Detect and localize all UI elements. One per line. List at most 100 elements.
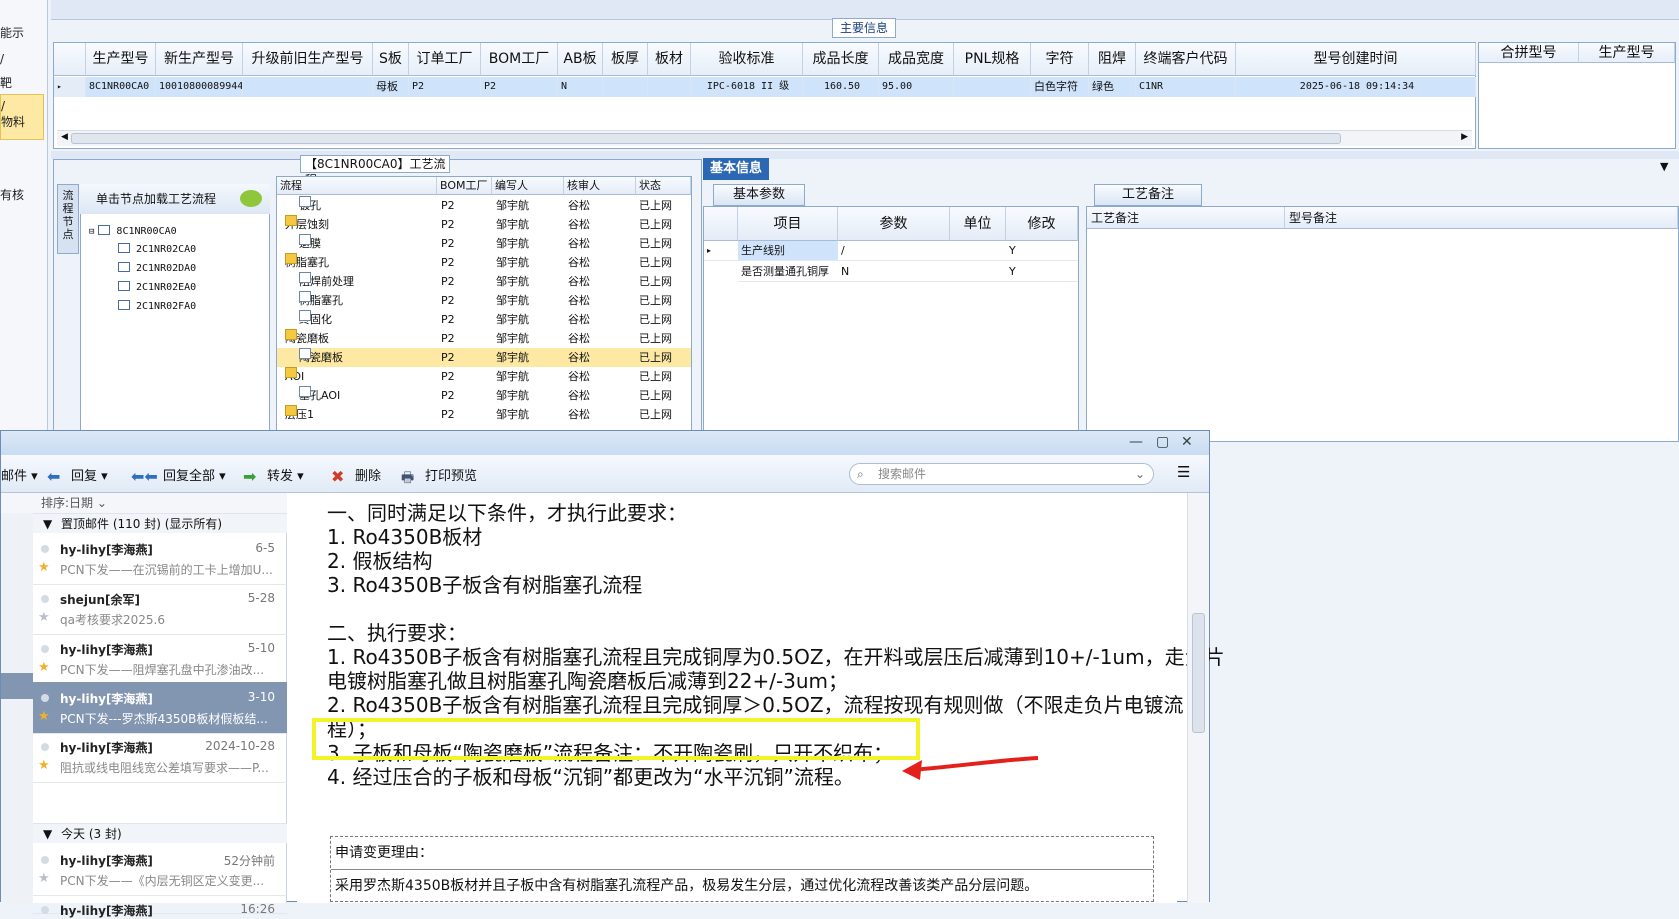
list-menu-icon[interactable]: ☰: [1177, 463, 1190, 481]
col-header[interactable]: 修改: [1006, 207, 1078, 241]
side-tab[interactable]: 流程节点: [57, 184, 79, 254]
table-cell[interactable]: 160.50: [803, 77, 879, 97]
star-icon[interactable]: ★: [38, 660, 50, 675]
mail-list-item[interactable]: ★ shejun[余军] 5-28 qa考核要求2025.6: [33, 583, 287, 635]
table-cell[interactable]: [648, 77, 691, 97]
scroll-thumb[interactable]: [71, 133, 1341, 144]
col-header[interactable]: AB板: [558, 43, 603, 76]
scroll-thumb[interactable]: [1192, 613, 1205, 733]
col-header[interactable]: 字符: [1031, 43, 1089, 76]
mail-list-item[interactable]: ★ hy-lihy[李海燕] 5-10 PCN下发——阻焊塞孔盘中孔渗油改...: [33, 633, 287, 685]
flow-row[interactable]: AOI P2 邹宇航 谷松 已上网: [277, 367, 691, 386]
mail-list-item[interactable]: ★ hy-lihy[李海燕] 52分钟前 PCN下发——《内层无铜区定义变更...: [33, 844, 287, 896]
table-cell[interactable]: 95.00: [879, 77, 954, 97]
tree-node[interactable]: 2C1NR02EA0: [118, 281, 196, 293]
reply-button[interactable]: ⬅ 回复 ▾: [47, 465, 108, 486]
flow-row[interactable]: 塞孔AOI P2 邹宇航 谷松 已上网: [277, 386, 691, 405]
table-cell[interactable]: [950, 262, 1006, 282]
col-header[interactable]: S板: [373, 43, 409, 76]
vertical-scrollbar[interactable]: [1187, 493, 1209, 903]
reply-all-button[interactable]: ⬅⬅ 回复全部 ▾: [131, 465, 226, 486]
col-header[interactable]: 成品长度: [803, 43, 879, 76]
print-preview-button[interactable]: 🖶 打印预览: [401, 465, 477, 486]
tree-node[interactable]: 2C1NR02DA0: [118, 262, 196, 274]
col-header[interactable]: 订单工厂: [409, 43, 481, 76]
tab-basic-params[interactable]: 基本参数: [713, 184, 805, 206]
mail-menu-button[interactable]: 邮件 ▾: [1, 465, 38, 484]
table-cell[interactable]: /: [838, 241, 950, 261]
collapse-icon[interactable]: ⊟: [89, 227, 94, 237]
chevron-down-icon[interactable]: ⌄: [1135, 464, 1145, 484]
table-cell[interactable]: P2: [409, 77, 481, 97]
flow-row[interactable]: 陶瓷磨板 P2 邹宇航 谷松 已上网: [277, 329, 691, 348]
star-icon[interactable]: ★: [38, 871, 50, 886]
star-icon[interactable]: ★: [38, 560, 50, 575]
col-header[interactable]: 板材: [648, 43, 691, 76]
table-cell[interactable]: IPC-6018 II 级: [691, 77, 803, 97]
col-header[interactable]: 合拼型号: [1479, 43, 1579, 63]
group-today[interactable]: ▼ 今天 (3 封): [33, 823, 287, 843]
table-cell[interactable]: 8C1NR00CA0: [86, 77, 156, 97]
table-cell[interactable]: N: [838, 262, 950, 282]
row-indicator[interactable]: ▸: [704, 241, 738, 261]
col-header[interactable]: 项目: [738, 207, 838, 241]
maximize-icon[interactable]: ▢: [1156, 434, 1169, 450]
col-header[interactable]: 新生产型号: [156, 43, 243, 76]
flow-row[interactable]: 阻焊前处理 P2 邹宇航 谷松 已上网: [277, 272, 691, 291]
col-header[interactable]: 成品宽度: [879, 43, 954, 76]
group-pinned[interactable]: ▼ 置顶邮件 (110 封) (显示所有): [33, 513, 287, 533]
table-cell[interactable]: 10010800089944: [156, 77, 243, 97]
table-cell[interactable]: Y: [1006, 241, 1078, 261]
tree-node[interactable]: 2C1NR02CA0: [118, 243, 196, 255]
table-cell[interactable]: 是否测量通孔铜厚: [738, 262, 838, 282]
table-cell[interactable]: 绿色: [1089, 77, 1136, 97]
scroll-left-icon[interactable]: ◀: [61, 132, 68, 142]
chevron-down-icon[interactable]: ▼: [1660, 160, 1668, 173]
table-cell[interactable]: [243, 77, 373, 97]
col-header[interactable]: 生产型号: [1579, 43, 1675, 63]
nav-item[interactable]: 有核: [0, 186, 24, 203]
col-header[interactable]: 升级前旧生产型号: [243, 43, 373, 76]
tree-root[interactable]: ⊟ 8C1NR00CA0: [89, 225, 177, 237]
col-header[interactable]: 生产型号: [86, 43, 156, 76]
col-header[interactable]: 流程: [277, 177, 437, 195]
sort-header[interactable]: 排序:日期 ⌄: [1, 493, 287, 513]
col-header[interactable]: PNL规格: [954, 43, 1031, 76]
mail-list-item[interactable]: ★ hy-lihy[李海燕] 3-10 PCN下发---罗杰斯4350B板材假板结..…: [33, 682, 287, 734]
nav-item[interactable]: 靶: [0, 74, 12, 91]
flow-row[interactable]: 树脂塞孔 P2 邹宇航 谷松 已上网: [277, 253, 691, 272]
col-header[interactable]: 板厚: [603, 43, 648, 76]
row-indicator[interactable]: ▸: [54, 77, 86, 97]
col-header[interactable]: 终端客户代码: [1136, 43, 1236, 76]
nav-item[interactable]: /: [0, 52, 4, 66]
table-cell[interactable]: [954, 77, 1031, 97]
table-cell[interactable]: 母板: [373, 77, 409, 97]
tab-process-notes[interactable]: 工艺备注: [1094, 184, 1202, 206]
flow-row[interactable]: 镀孔 P2 邹宇航 谷松 已上网: [277, 196, 691, 215]
col-header[interactable]: 核审人: [564, 177, 636, 195]
search-input[interactable]: ⌕ 搜索邮件 ⌄: [849, 463, 1154, 485]
nav-item[interactable]: 能示: [0, 24, 24, 41]
table-cell[interactable]: 生产线别: [738, 241, 838, 261]
col-header[interactable]: 型号备注: [1285, 207, 1678, 229]
col-header[interactable]: 型号创建时间: [1236, 43, 1476, 76]
star-icon[interactable]: ★: [38, 758, 50, 773]
table-cell[interactable]: 白色字符: [1031, 77, 1089, 97]
forward-button[interactable]: ➡ 转发 ▾: [243, 465, 304, 486]
table-cell[interactable]: Y: [1006, 262, 1078, 282]
close-icon[interactable]: ✕: [1181, 434, 1193, 450]
flow-row[interactable]: 终固化 P2 邹宇航 谷松 已上网: [277, 310, 691, 329]
col-header[interactable]: 验收标准: [691, 43, 803, 76]
table-cell[interactable]: C1NR: [1136, 77, 1236, 97]
folder-strip-selected[interactable]: [1, 673, 33, 699]
star-icon[interactable]: ★: [38, 709, 50, 724]
tree-node[interactable]: 2C1NR02FA0: [118, 300, 196, 312]
nav-item-selected[interactable]: / 物料: [0, 94, 44, 140]
col-header[interactable]: 状态: [636, 177, 691, 195]
col-header[interactable]: 编写人: [492, 177, 564, 195]
mail-list-item[interactable]: ★ hy-lihy[李海燕] 6-5 PCN下发——在沉锡前的工卡上增加U...: [33, 533, 287, 585]
col-header[interactable]: 阻焊: [1089, 43, 1136, 76]
table-cell[interactable]: P2: [481, 77, 558, 97]
horizontal-scrollbar[interactable]: ◀ ▶: [57, 130, 1472, 146]
scroll-right-icon[interactable]: ▶: [1461, 132, 1468, 142]
